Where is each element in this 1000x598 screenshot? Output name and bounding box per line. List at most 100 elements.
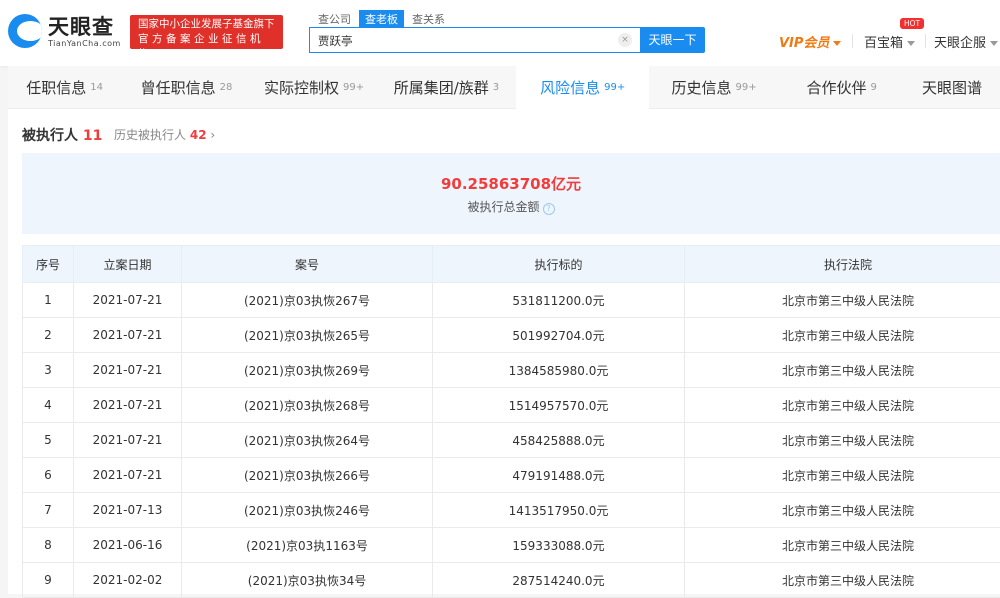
table-row[interactable]: 62021-07-21(2021)京03执恢266号479191488.0元北京… (23, 458, 1000, 493)
row-index: 3 (23, 353, 74, 388)
col-index: 序号 (23, 246, 74, 283)
court: 北京市第三中级人民法院 (685, 493, 1000, 528)
profile-tabs: 任职信息14 曾任职信息28 实际控制权 99+ 所属集团/族群 3 风险信息 99+… (8, 66, 1000, 109)
section-title: 被执行人 11 (22, 125, 102, 145)
court: 北京市第三中级人民法院 (685, 283, 1000, 318)
row-index: 4 (23, 388, 74, 423)
tab-risk-info[interactable]: 风险信息 99+ (516, 66, 648, 109)
table-row[interactable]: 32021-07-21(2021)京03执恢269号1384585980.0元北… (23, 353, 1000, 388)
vip-menu[interactable]: VIP会员 (779, 32, 841, 51)
tab-actual-control[interactable]: 实际控制权 99+ (252, 66, 377, 109)
court: 北京市第三中级人民法院 (685, 423, 1000, 458)
col-court: 执行法院 (685, 246, 1000, 283)
tab-graph[interactable]: 天眼图谱 (904, 66, 1000, 109)
tab-label: 风险信息 (540, 77, 600, 98)
case-number: (2021)京03执恢264号 (182, 423, 433, 458)
tab-label: 实际控制权 (264, 77, 339, 98)
case-number: (2021)京03执1163号 (182, 528, 433, 563)
table-row[interactable]: 42021-07-21(2021)京03执恢268号1514957570.0元北… (23, 388, 1000, 423)
tab-positions[interactable]: 任职信息14 (8, 66, 121, 109)
history-count: 42 (190, 128, 207, 142)
execution-amount: 1514957570.0元 (433, 388, 685, 423)
search-tab-boss[interactable]: 查老板 (359, 10, 404, 28)
row-index: 8 (23, 528, 74, 563)
tab-label: 任职信息 (26, 77, 86, 98)
clear-icon[interactable]: × (618, 33, 632, 47)
case-number: (2021)京03执恢266号 (182, 458, 433, 493)
case-number: (2021)京03执恢265号 (182, 318, 433, 353)
tab-label: 天眼图谱 (922, 77, 982, 98)
total-amount-label: 被执行总金额 (467, 200, 539, 214)
tab-label: 所属集团/族群 (394, 77, 489, 98)
tab-label: 合作伙伴 (806, 77, 866, 98)
col-amount: 执行标的 (433, 246, 685, 283)
col-date: 立案日期 (74, 246, 182, 283)
row-index: 5 (23, 423, 74, 458)
section-title-text: 被执行人 (22, 128, 78, 144)
search-button[interactable]: 天眼一下 (640, 27, 705, 53)
filing-date: 2021-07-21 (74, 283, 182, 318)
table-row[interactable]: 82021-06-16(2021)京03执1163号159333088.0元北京… (23, 528, 1000, 563)
tab-former-positions[interactable]: 曾任职信息28 (121, 66, 251, 109)
table-row[interactable]: 52021-07-21(2021)京03执恢264号458425888.0元北京… (23, 423, 1000, 458)
top-header: 天眼查 TianYanCha.com 国家中小企业发展子基金旗下 官方备案企业征… (0, 0, 1000, 66)
execution-amount: 531811200.0元 (433, 283, 685, 318)
court: 北京市第三中级人民法院 (685, 318, 1000, 353)
logo-url: TianYanCha.com (48, 39, 121, 48)
tab-count: 9 (870, 82, 876, 93)
court: 北京市第三中级人民法院 (685, 388, 1000, 423)
history-executed-link[interactable]: 历史被执行人 42 › (114, 126, 215, 143)
help-icon[interactable]: ? (543, 203, 555, 215)
tab-history-info[interactable]: 历史信息99+ (649, 66, 779, 109)
execution-amount: 287514240.0元 (433, 563, 685, 598)
tab-label: 曾任职信息 (141, 77, 216, 98)
badge-line2: 官方备案企业征信机构 (138, 32, 275, 62)
tab-count: 3 (493, 82, 499, 93)
court: 北京市第三中级人民法院 (685, 353, 1000, 388)
row-index: 6 (23, 458, 74, 493)
case-number: (2021)京03执恢246号 (182, 493, 433, 528)
execution-amount: 501992704.0元 (433, 318, 685, 353)
filing-date: 2021-07-21 (74, 388, 182, 423)
court: 北京市第三中级人民法院 (685, 528, 1000, 563)
official-badge: 国家中小企业发展子基金旗下 官方备案企业征信机构 (130, 15, 283, 49)
search-type-tabs: 查公司 查老板 查关系 (312, 10, 453, 28)
tab-label: 历史信息 (672, 77, 732, 98)
case-number: (2021)京03执恢269号 (182, 353, 433, 388)
chevron-right-icon: › (210, 128, 215, 142)
row-index: 9 (23, 563, 74, 598)
service-menu[interactable]: 天眼企服 (934, 32, 998, 51)
case-number: (2021)京03执恢267号 (182, 283, 433, 318)
case-number: (2021)京03执恢34号 (182, 563, 433, 598)
execution-amount: 458425888.0元 (433, 423, 685, 458)
total-amount: 90.25863708亿元 (22, 173, 1000, 194)
search-input[interactable]: 贾跃亭 × (309, 27, 640, 53)
table-row[interactable]: 92021-02-02(2021)京03执恢34号287514240.0元北京市… (23, 563, 1000, 598)
filing-date: 2021-07-21 (74, 458, 182, 493)
table-row[interactable]: 72021-07-13(2021)京03执恢246号1413517950.0元北… (23, 493, 1000, 528)
caret-down-icon (833, 41, 841, 50)
toolbox-label: 百宝箱 (864, 36, 903, 51)
execution-amount: 1413517950.0元 (433, 493, 685, 528)
execution-amount: 159333088.0元 (433, 528, 685, 563)
tab-partners[interactable]: 合作伙伴 9 (779, 66, 904, 109)
toolbox-menu[interactable]: 百宝箱 (864, 32, 915, 51)
total-amount-label-row: 被执行总金额? (22, 198, 1000, 215)
row-index: 2 (23, 318, 74, 353)
search-tab-relation[interactable]: 查关系 (406, 10, 451, 28)
search-value: 贾跃亭 (318, 34, 353, 48)
tab-count: 99+ (343, 82, 364, 93)
filing-date: 2021-07-21 (74, 318, 182, 353)
filing-date: 2021-02-02 (74, 563, 182, 598)
search-tab-company[interactable]: 查公司 (312, 10, 357, 28)
vip-label: VIP会员 (779, 36, 829, 51)
logo[interactable]: 天眼查 TianYanCha.com (8, 14, 121, 48)
table-row[interactable]: 12021-07-21(2021)京03执恢267号531811200.0元北京… (23, 283, 1000, 318)
court: 北京市第三中级人民法院 (685, 458, 1000, 493)
history-label: 历史被执行人 (114, 128, 186, 142)
logo-name: 天眼查 (48, 15, 121, 39)
tab-group[interactable]: 所属集团/族群 3 (376, 66, 516, 109)
table-row[interactable]: 22021-07-21(2021)京03执恢265号501992704.0元北京… (23, 318, 1000, 353)
tab-count: 99+ (604, 82, 625, 93)
executed-table: 序号 立案日期 案号 执行标的 执行法院 12021-07-21(2021)京0… (22, 245, 1000, 598)
